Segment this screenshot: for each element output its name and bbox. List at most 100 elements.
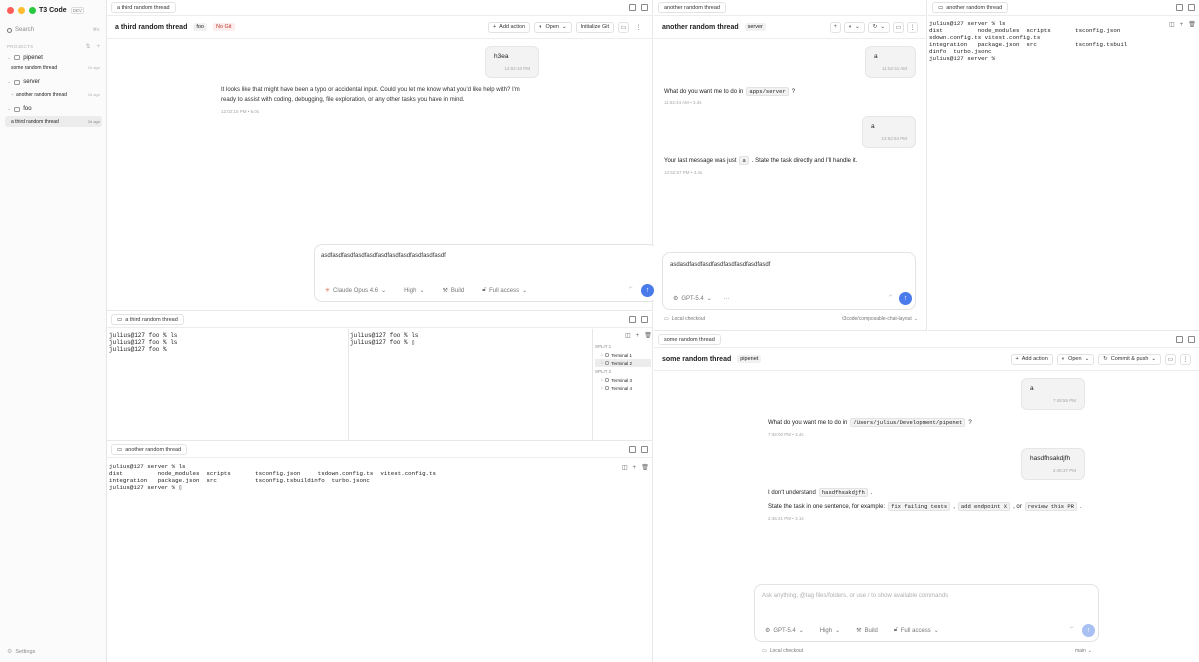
layout-icon[interactable]: [1188, 4, 1195, 11]
terminal-line: dist node_modules scripts tsconfig.json …: [109, 470, 436, 477]
sort-icon[interactable]: ⇅: [85, 43, 90, 50]
thread-item[interactable]: some random thread 1h ago: [5, 62, 102, 73]
git-button[interactable]: ↻ ⌄: [867, 21, 890, 33]
terminal-line: integration package.json src tsconfig.ts…: [109, 477, 370, 484]
search-shortcut: ⌘K: [92, 27, 100, 32]
git-icon: ↻: [872, 24, 878, 30]
open-button[interactable]: ◐ ⌄: [843, 21, 865, 33]
access-picker[interactable]: 🔓︎ Full access ⌄: [894, 627, 939, 634]
model-picker[interactable]: ✳ Claude Opus 4.6 ⌄: [325, 287, 386, 295]
effort-label: High: [404, 287, 417, 294]
thread-age: 1h ago: [87, 65, 100, 70]
split-terminal-icon[interactable]: ◫: [625, 332, 631, 339]
send-button[interactable]: ↑: [641, 284, 654, 297]
terminal-toggle-icon[interactable]: ▭: [1165, 353, 1176, 365]
zoom-window-button[interactable]: [29, 7, 36, 14]
more-icon[interactable]: ⋮: [633, 22, 644, 33]
open-button[interactable]: ◐ Open ⌄: [534, 21, 572, 33]
more-options-icon[interactable]: ···: [724, 296, 730, 302]
trash-icon[interactable]: 🗑︎: [644, 332, 652, 339]
pane-tab[interactable]: ▭ another random thread: [111, 444, 188, 455]
terminal-line: julius@127 server % ls: [109, 463, 186, 470]
close-window-button[interactable]: [7, 7, 14, 14]
message-text: .: [870, 489, 873, 496]
add-action-button[interactable]: + Add action: [1010, 353, 1053, 365]
project-server[interactable]: ⌄ server: [5, 75, 102, 89]
effort-picker[interactable]: High ⌄: [820, 627, 840, 635]
terminal-item[interactable]: └ Terminal 3: [595, 376, 651, 384]
pane-tab[interactable]: ▭ a third random thread: [111, 314, 184, 325]
split-divider[interactable]: [348, 329, 349, 440]
search-button[interactable]: Search ⌘K: [7, 27, 100, 33]
more-icon[interactable]: ⋮: [1180, 353, 1191, 365]
new-terminal-icon[interactable]: +: [1180, 22, 1184, 28]
settings-button[interactable]: ⚙ Settings: [7, 648, 35, 656]
model-picker[interactable]: ⚙ GPT-5.4 ⌄: [765, 627, 804, 635]
new-terminal-icon[interactable]: +: [636, 333, 640, 339]
add-action-icon[interactable]: +: [829, 21, 841, 33]
terminal-output-right[interactable]: julius@127 foo % ls julius@127 foo % ▯: [350, 332, 418, 346]
terminal-item[interactable]: └ Terminal 4: [595, 384, 651, 392]
add-action-button[interactable]: + Add action: [487, 21, 531, 33]
branch-picker[interactable]: t3code/composable-chat-layout ⌄: [842, 316, 918, 322]
trash-icon[interactable]: 🗑︎: [641, 464, 649, 471]
branch-picker[interactable]: main ⌄: [1075, 648, 1092, 654]
initialize-git-button[interactable]: Initialize Git: [575, 21, 614, 33]
chat-pane-a: a third random thread a third random thr…: [107, 0, 658, 311]
mode-picker[interactable]: ⚒ Build: [442, 287, 464, 295]
split-icon[interactable]: [629, 4, 636, 11]
terminal-output[interactable]: julius@127 server % ls dist node_modules …: [109, 463, 436, 491]
trash-icon[interactable]: 🗑︎: [1188, 21, 1196, 28]
send-button[interactable]: ↑: [899, 292, 912, 305]
model-picker[interactable]: ⚙ GPT-5.4 ⌄: [673, 295, 712, 303]
terminal-item-active[interactable]: └ Terminal 2: [595, 359, 651, 367]
thread-item-active[interactable]: a third random thread 2d ago: [5, 116, 102, 127]
effort-picker[interactable]: High ⌄: [404, 287, 424, 295]
sidebar: T3 Code DEV Search ⌘K PROJECTS ⇅ + ⌄ pipe…: [0, 0, 107, 662]
terminal-output-left[interactable]: julius@127 foo % ls julius@127 foo % ls ju…: [109, 332, 177, 353]
split-icon[interactable]: [629, 316, 636, 323]
checkout-picker[interactable]: ▭ Local checkout: [664, 316, 705, 322]
composer-input[interactable]: asdasdfasdfasdfasdfasdfasdfasdfasdf: [670, 262, 770, 268]
project-name: server: [23, 79, 40, 85]
checkout-picker[interactable]: ▭ Local checkout: [762, 648, 803, 654]
mode-picker[interactable]: ⚒ Build: [856, 627, 878, 635]
new-terminal-icon[interactable]: +: [633, 465, 637, 471]
terminal-output[interactable]: julius@127 server % ls dist node_modules …: [929, 20, 1197, 62]
thread-item[interactable]: ⑂ another random thread 2d ago: [5, 89, 102, 100]
open-button[interactable]: ◐ Open ⌄: [1056, 353, 1095, 365]
split-icon[interactable]: [629, 446, 636, 453]
send-button[interactable]: ↑: [1082, 624, 1095, 637]
pane-tab[interactable]: a third random thread: [111, 2, 176, 13]
chevron-down-icon: ⌄: [7, 54, 12, 61]
layout-icon[interactable]: [1188, 336, 1195, 343]
app-name: T3 Code: [39, 7, 67, 14]
claude-icon: ✳: [325, 288, 331, 294]
terminal-item[interactable]: └ Terminal 1: [595, 351, 651, 359]
pane-tab[interactable]: another random thread: [658, 2, 726, 13]
pane-tab[interactable]: ▭ another random thread: [932, 2, 1009, 13]
terminal-toggle-icon[interactable]: ▭: [618, 21, 629, 33]
project-pipenet[interactable]: ⌄ pipenet: [5, 53, 102, 62]
split-terminal-icon[interactable]: ◫: [1169, 21, 1175, 28]
minimize-window-button[interactable]: [18, 7, 25, 14]
model-label: Claude Opus 4.6: [333, 287, 379, 294]
split-terminal-icon[interactable]: ◫: [622, 464, 628, 471]
more-icon[interactable]: ⋮: [907, 21, 918, 33]
terminal-icon: [605, 361, 610, 365]
layout-icon[interactable]: [641, 316, 648, 323]
layout-icon[interactable]: [641, 446, 648, 453]
terminal-toggle-icon[interactable]: ▭: [893, 21, 904, 33]
commit-push-button[interactable]: ↻ Commit & push ⌄: [1098, 353, 1161, 365]
pane-tab[interactable]: some random thread: [658, 334, 721, 345]
layout-icon[interactable]: [641, 4, 648, 11]
project-name: pipenet: [23, 54, 43, 61]
composer-input[interactable]: Ask anything, @tag files/folders, or use…: [762, 593, 948, 599]
composer-input[interactable]: asdfasdfasdfasdfasdfasdfasdfasdfasdfasdf…: [321, 253, 446, 259]
split-icon[interactable]: [1176, 336, 1183, 343]
project-foo[interactable]: ⌄ foo: [5, 102, 102, 116]
add-project-icon[interactable]: +: [96, 44, 100, 50]
access-picker[interactable]: 🔓︎ Full access ⌄: [482, 287, 527, 294]
split-icon[interactable]: [1176, 4, 1183, 11]
hammer-icon: ⚒: [442, 288, 448, 294]
